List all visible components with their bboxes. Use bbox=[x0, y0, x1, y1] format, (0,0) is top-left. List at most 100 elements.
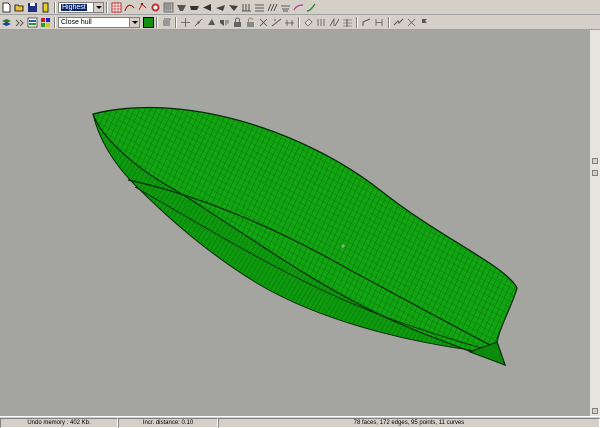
insert-point-button[interactable] bbox=[193, 17, 204, 28]
edge-crease-icon bbox=[285, 19, 294, 26]
intersect-button[interactable] bbox=[374, 17, 385, 28]
chevron-down-icon bbox=[129, 17, 139, 27]
new-layer-button[interactable] bbox=[161, 17, 172, 28]
layer-properties-icon bbox=[27, 17, 38, 27]
collapse-point-icon bbox=[259, 18, 268, 26]
cross-curves-icon bbox=[407, 18, 416, 26]
layer-color-swatch[interactable] bbox=[143, 16, 154, 28]
collapse-point-button[interactable] bbox=[258, 17, 269, 28]
hull-shaded-button[interactable] bbox=[150, 2, 161, 13]
toolbar-separator bbox=[175, 16, 177, 28]
edge-extrude-icon bbox=[329, 16, 340, 26]
new-face-button[interactable] bbox=[303, 17, 314, 28]
curve-fairing-icon bbox=[362, 18, 371, 26]
layers-icon bbox=[2, 18, 11, 26]
mirror-button[interactable] bbox=[219, 17, 230, 28]
edge-extrude-button[interactable] bbox=[329, 16, 340, 28]
face-flip-button[interactable] bbox=[342, 17, 353, 28]
mirror-icon bbox=[220, 19, 229, 26]
scroll-marker[interactable] bbox=[592, 408, 598, 414]
layer-color-button[interactable] bbox=[40, 17, 51, 28]
plan-view-icon bbox=[203, 3, 211, 11]
curve-button[interactable] bbox=[124, 2, 135, 13]
unlock-points-button[interactable] bbox=[245, 17, 256, 28]
insert-point-icon bbox=[194, 18, 203, 26]
face-flip-icon bbox=[343, 18, 352, 27]
toolbar-separator bbox=[298, 16, 300, 28]
exit-button[interactable] bbox=[40, 2, 51, 13]
scroll-marker[interactable] bbox=[592, 158, 598, 164]
model-statistics-status: 78 faces, 172 edges, 95 points, 11 curve… bbox=[218, 418, 600, 428]
toolbar-separator bbox=[156, 16, 158, 28]
hull-wireframe-icon bbox=[92, 106, 518, 367]
body-plan-icon bbox=[177, 4, 186, 11]
door-icon bbox=[42, 2, 49, 12]
add-point-button[interactable] bbox=[180, 17, 191, 28]
precision-select[interactable]: Highest bbox=[58, 1, 104, 13]
curve-icon bbox=[124, 4, 135, 11]
flowlines-icon bbox=[293, 3, 304, 10]
grid-button[interactable] bbox=[111, 2, 122, 13]
scroll-marker[interactable] bbox=[592, 170, 598, 176]
edge-crease-button[interactable] bbox=[284, 17, 295, 28]
hull-shaded-icon bbox=[151, 3, 160, 11]
save-button[interactable] bbox=[27, 2, 38, 13]
viewport-scrollbar[interactable] bbox=[590, 30, 600, 416]
lock-icon bbox=[234, 17, 241, 27]
toolbar-separator bbox=[54, 1, 56, 13]
curvature-button[interactable] bbox=[306, 2, 317, 13]
edge-connect-icon bbox=[317, 18, 325, 26]
add-point-icon bbox=[181, 17, 190, 27]
toolbar-separator bbox=[54, 16, 56, 28]
cross-curves-button[interactable] bbox=[406, 17, 417, 28]
curvature-icon bbox=[306, 3, 316, 12]
layer-visibility-button[interactable] bbox=[14, 17, 25, 28]
perspective-viewport[interactable] bbox=[0, 30, 590, 416]
diagonals-button[interactable] bbox=[267, 2, 278, 13]
perspective-view-button[interactable] bbox=[215, 2, 226, 13]
hull-view-button[interactable] bbox=[228, 2, 239, 13]
mesh-button[interactable] bbox=[163, 2, 174, 13]
palette-icon bbox=[41, 17, 50, 27]
curve-fairing-button[interactable] bbox=[361, 17, 372, 28]
active-layer-select[interactable]: Close hull bbox=[58, 16, 140, 28]
profile-view-icon bbox=[190, 5, 199, 10]
unlock-icon bbox=[247, 17, 254, 27]
control-points-icon bbox=[138, 2, 147, 10]
toolbar-separator bbox=[388, 16, 390, 28]
marker-icon bbox=[422, 18, 427, 27]
increment-distance-status: Incr. distance: 0.10 bbox=[118, 418, 218, 428]
mesh-icon bbox=[163, 2, 174, 12]
open-file-button[interactable] bbox=[14, 2, 25, 13]
add-marker-button[interactable] bbox=[419, 17, 430, 28]
design-hydrostatics-button[interactable] bbox=[393, 17, 404, 28]
chevron-down-icon bbox=[93, 2, 103, 12]
undo-memory-status: Undo memory : 402 Kb. bbox=[0, 418, 118, 428]
edge-split-icon bbox=[271, 18, 282, 26]
profile-view-button[interactable] bbox=[189, 2, 200, 13]
extrude-button[interactable] bbox=[206, 17, 217, 28]
buttocks-button[interactable] bbox=[254, 2, 265, 13]
control-points-button[interactable] bbox=[137, 2, 148, 13]
open-folder-icon bbox=[14, 4, 24, 11]
lock-points-button[interactable] bbox=[232, 17, 243, 28]
new-file-button[interactable] bbox=[1, 2, 12, 13]
extrude-icon bbox=[208, 18, 215, 25]
toolbar-separator bbox=[356, 16, 358, 28]
waterlines-button[interactable] bbox=[280, 2, 291, 13]
waterlines-icon bbox=[281, 5, 290, 11]
stations-button[interactable] bbox=[241, 2, 252, 13]
edge-connect-button[interactable] bbox=[316, 17, 327, 28]
design-hydrostatics-icon bbox=[393, 18, 404, 25]
layers-button[interactable] bbox=[1, 17, 12, 28]
layer-stack-icon bbox=[163, 18, 171, 26]
flowlines-button[interactable] bbox=[293, 2, 304, 13]
plan-view-button[interactable] bbox=[202, 2, 213, 13]
body-plan-button[interactable] bbox=[176, 2, 187, 13]
layer-visibility-icon bbox=[15, 19, 24, 26]
edge-split-button[interactable] bbox=[271, 17, 282, 28]
layer-properties-button[interactable] bbox=[27, 17, 38, 28]
stations-icon bbox=[242, 3, 251, 11]
edit-toolbar: Close hull bbox=[0, 15, 600, 30]
active-layer-select-value: Close hull bbox=[61, 18, 92, 26]
